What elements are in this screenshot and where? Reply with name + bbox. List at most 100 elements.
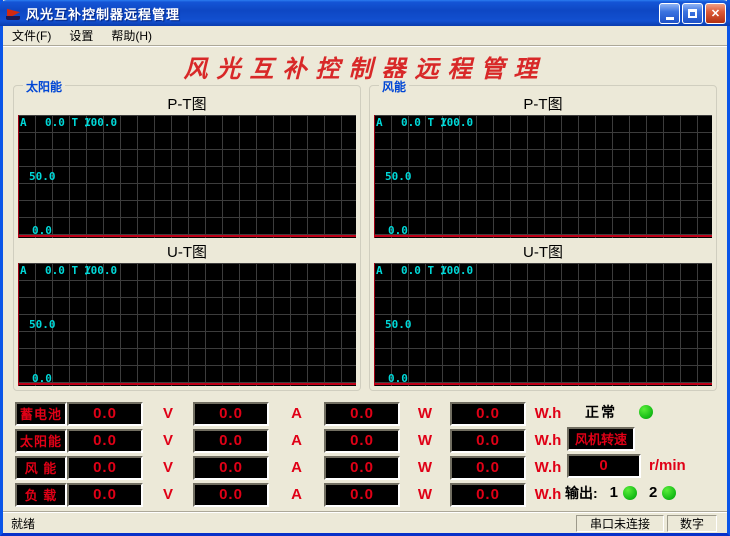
power-unit: W xyxy=(400,486,450,503)
output-2-label: 2 xyxy=(649,484,657,501)
minimize-button[interactable] xyxy=(659,3,680,24)
window-title: 风光互补控制器远程管理 xyxy=(26,4,180,23)
axis-unit-label: A xyxy=(20,116,27,129)
menu-bar: 文件(F) 设置 帮助(H) xyxy=(3,26,727,46)
solar-pt-plot: A 0.0 T / 100.0 50.0 0.0 xyxy=(18,115,356,238)
fan-speed-label: 风机转速 xyxy=(567,427,635,451)
menu-help[interactable]: 帮助(H) xyxy=(102,25,161,46)
fan-speed-unit: r/min xyxy=(649,457,686,474)
y-axis-line xyxy=(18,115,19,238)
zero-data-trace xyxy=(374,235,712,237)
axis-mid-label: 50.0 xyxy=(385,318,412,331)
voltage-unit: V xyxy=(143,405,193,422)
zero-data-trace xyxy=(18,383,356,385)
wind-voltage-display: 0.0 xyxy=(67,456,143,480)
solar-energy-display: 0.0 xyxy=(450,429,526,453)
solar-pt-chart: P-T图 A 0.0 T / 100.0 50.0 0.0 xyxy=(18,96,356,238)
axis-max-label: 100.0 xyxy=(440,264,473,277)
solar-power-display: 0.0 xyxy=(324,429,400,453)
battery-power-display: 0.0 xyxy=(324,402,400,426)
solar-voltage-display: 0.0 xyxy=(67,429,143,453)
statusbar-input-mode: 数字 xyxy=(667,515,717,532)
title-bar: 风光互补控制器远程管理 ✕ xyxy=(0,0,730,26)
energy-unit: W.h xyxy=(526,432,570,449)
fan-speed-display: 0 xyxy=(567,454,641,478)
status-bar: 就绪 串口未连接 数字 xyxy=(3,512,727,533)
axis-max-label: 100.0 xyxy=(84,116,117,129)
output-label: 输出: xyxy=(565,483,598,503)
wind-ut-chart: U-T图 A 0.0 T / 100.0 50.0 0.0 xyxy=(374,244,712,386)
current-unit: A xyxy=(269,405,324,422)
axis-unit-label: A xyxy=(20,264,27,277)
axis-mid-label: 50.0 xyxy=(29,318,56,331)
system-status-led-icon xyxy=(639,405,653,419)
current-unit: A xyxy=(269,432,324,449)
chart-title: U-T图 xyxy=(18,244,356,263)
load-energy-display: 0.0 xyxy=(450,483,526,507)
app-window: 风光互补控制器远程管理 ✕ 文件(F) 设置 帮助(H) 风光互补控制器远程管理… xyxy=(0,0,730,536)
wind-ut-plot: A 0.0 T / 100.0 50.0 0.0 xyxy=(374,263,712,386)
y-axis-line xyxy=(18,263,19,386)
group-wind-caption: 风能 xyxy=(379,78,409,95)
wind-label: 风 能 xyxy=(15,456,67,480)
current-unit: A xyxy=(269,459,324,476)
readout-panel: 蓄电池 0.0 V 0.0 A 0.0 W 0.0 W.h 太阳能 0.0 V … xyxy=(3,391,727,512)
wind-pt-plot: A 0.0 T / 100.0 50.0 0.0 xyxy=(374,115,712,238)
solar-ut-plot: A 0.0 T / 100.0 50.0 0.0 xyxy=(18,263,356,386)
output-2-led-icon xyxy=(662,486,676,500)
wind-power-display: 0.0 xyxy=(324,456,400,480)
axis-max-label: 100.0 xyxy=(440,116,473,129)
battery-current-display: 0.0 xyxy=(193,402,269,426)
group-solar: 太阳能 P-T图 A 0.0 T / 100.0 50.0 0.0 U-T图 A… xyxy=(13,85,361,391)
chart-title: P-T图 xyxy=(374,96,712,115)
status-side-panel: 正常 风机转速 0 r/min 输出: 1 2 xyxy=(565,399,713,507)
solar-ut-chart: U-T图 A 0.0 T / 100.0 50.0 0.0 xyxy=(18,244,356,386)
system-status-label: 正常 xyxy=(585,402,617,422)
axis-mid-label: 50.0 xyxy=(29,170,56,183)
maximize-button[interactable] xyxy=(682,3,703,24)
zero-data-trace xyxy=(374,383,712,385)
y-axis-line xyxy=(374,115,375,238)
page-title: 风光互补控制器远程管理 xyxy=(3,49,727,84)
battery-energy-display: 0.0 xyxy=(450,402,526,426)
wind-energy-display: 0.0 xyxy=(450,456,526,480)
battery-label: 蓄电池 xyxy=(15,402,67,426)
solar-current-display: 0.0 xyxy=(193,429,269,453)
statusbar-ready-text: 就绪 xyxy=(5,514,576,533)
wind-current-display: 0.0 xyxy=(193,456,269,480)
load-power-display: 0.0 xyxy=(324,483,400,507)
wind-pt-chart: P-T图 A 0.0 T / 100.0 50.0 0.0 xyxy=(374,96,712,238)
group-solar-caption: 太阳能 xyxy=(23,78,65,95)
app-icon xyxy=(6,5,22,21)
zero-data-trace xyxy=(18,235,356,237)
output-1-led-icon xyxy=(623,486,637,500)
load-label: 负 载 xyxy=(15,483,67,507)
menu-file[interactable]: 文件(F) xyxy=(3,25,60,46)
close-button[interactable]: ✕ xyxy=(705,3,726,24)
voltage-unit: V xyxy=(143,432,193,449)
statusbar-serial-status: 串口未连接 xyxy=(576,515,664,532)
voltage-unit: V xyxy=(143,486,193,503)
current-unit: A xyxy=(269,486,324,503)
axis-mid-label: 50.0 xyxy=(385,170,412,183)
power-unit: W xyxy=(400,432,450,449)
y-axis-line xyxy=(374,263,375,386)
chart-title: U-T图 xyxy=(374,244,712,263)
solar-label: 太阳能 xyxy=(15,429,67,453)
axis-unit-label: A xyxy=(376,264,383,277)
chart-groups: 太阳能 P-T图 A 0.0 T / 100.0 50.0 0.0 U-T图 A… xyxy=(3,85,727,391)
energy-unit: W.h xyxy=(526,459,570,476)
load-voltage-display: 0.0 xyxy=(67,483,143,507)
menu-settings[interactable]: 设置 xyxy=(60,25,102,46)
battery-voltage-display: 0.0 xyxy=(67,402,143,426)
energy-unit: W.h xyxy=(526,405,570,422)
axis-max-label: 100.0 xyxy=(84,264,117,277)
energy-unit: W.h xyxy=(526,486,570,503)
axis-unit-label: A xyxy=(376,116,383,129)
power-unit: W xyxy=(400,459,450,476)
chart-title: P-T图 xyxy=(18,96,356,115)
output-1-label: 1 xyxy=(610,484,618,501)
load-current-display: 0.0 xyxy=(193,483,269,507)
voltage-unit: V xyxy=(143,459,193,476)
group-wind: 风能 P-T图 A 0.0 T / 100.0 50.0 0.0 U-T图 A … xyxy=(369,85,717,391)
